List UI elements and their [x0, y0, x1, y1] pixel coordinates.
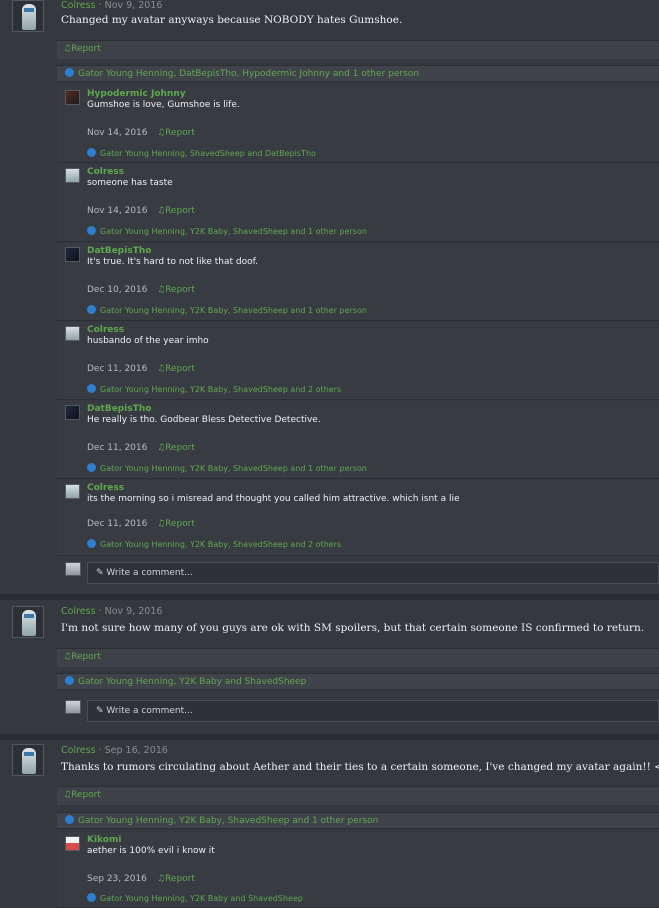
bell-icon: ♫	[157, 206, 166, 216]
comment-text: its the morning so i misread and thought…	[87, 494, 460, 504]
profile-post: Colress · Sep 16, 2016 Thanks to rumors …	[0, 740, 659, 908]
comment-text: He really is tho. Godbear Bless Detectiv…	[87, 415, 321, 425]
like-icon	[65, 676, 74, 685]
report-link[interactable]: ♫Report	[157, 206, 195, 216]
comment-likes[interactable]: Gator Young Henning, Y2K Baby, ShavedShe…	[87, 384, 341, 394]
like-icon	[87, 893, 96, 902]
bell-icon: ♫	[157, 128, 166, 138]
likes-summary[interactable]: Gator Young Henning, Y2K Baby and Shaved…	[57, 673, 659, 690]
avatar[interactable]	[12, 606, 44, 638]
comment-date[interactable]: Dec 11, 2016	[87, 364, 147, 374]
comment-author[interactable]: Hypodermic Johnny	[87, 89, 186, 99]
bell-icon: ♫	[63, 790, 72, 800]
avatar[interactable]	[65, 484, 80, 499]
post-author[interactable]: Colress	[61, 0, 96, 11]
comment-date[interactable]: Nov 14, 2016	[87, 128, 148, 138]
comment-author[interactable]: Colress	[87, 483, 124, 493]
report-link[interactable]: ♫Report	[63, 44, 101, 54]
comment-likes[interactable]: Gator Young Henning, Y2K Baby and Shaved…	[87, 893, 303, 903]
profile-post: Colress · Nov 9, 2016 Changed my avatar …	[0, 0, 659, 594]
comment-date[interactable]: Dec 11, 2016	[87, 519, 147, 529]
comment-author[interactable]: DatBepisTho	[87, 404, 151, 414]
comment-input[interactable]: ✎ Write a comment...	[87, 562, 659, 584]
comment: Colress its the morning so i misread and…	[57, 480, 659, 556]
avatar[interactable]	[12, 744, 44, 776]
comment-date[interactable]: Dec 10, 2016	[87, 285, 147, 295]
comment-text: Gumshoe is love, Gumshoe is life.	[87, 100, 240, 110]
comment-likes[interactable]: Gator Young Henning, ShavedSheep and Dat…	[87, 148, 316, 158]
comment-text: husbando of the year imho	[87, 336, 209, 346]
comment: Hypodermic Johnny Gumshoe is love, Gumsh…	[57, 86, 659, 163]
post-date[interactable]: Nov 9, 2016	[105, 606, 163, 617]
post-author[interactable]: Colress	[61, 745, 96, 756]
report-link[interactable]: ♫Report	[157, 519, 195, 529]
avatar	[65, 562, 81, 576]
comment-author[interactable]: DatBepisTho	[87, 246, 151, 256]
post-date[interactable]: Nov 9, 2016	[105, 0, 163, 11]
pencil-icon: ✎	[96, 706, 107, 716]
comment-date[interactable]: Sep 23, 2016	[87, 874, 147, 884]
report-link[interactable]: ♫Report	[157, 364, 195, 374]
report-link[interactable]: ♫Report	[157, 128, 195, 138]
post-date[interactable]: Sep 16, 2016	[105, 745, 168, 756]
avatar[interactable]	[65, 90, 80, 105]
bell-icon: ♫	[157, 519, 166, 529]
comment: Kikomi aether is 100% evil i know it Sep…	[57, 832, 659, 908]
write-comment: ✎ Write a comment...	[57, 558, 659, 588]
bell-icon: ♫	[157, 874, 166, 884]
comment-likes[interactable]: Gator Young Henning, Y2K Baby, ShavedShe…	[87, 463, 367, 473]
avatar	[65, 700, 81, 714]
comment: DatBepisTho He really is tho. Godbear Bl…	[57, 401, 659, 479]
post-message: Thanks to rumors circulating about Aethe…	[61, 761, 659, 773]
bell-icon: ♫	[63, 652, 72, 662]
like-icon	[87, 305, 96, 314]
like-icon	[65, 68, 74, 77]
comment-input[interactable]: ✎ Write a comment...	[87, 700, 659, 722]
pencil-icon: ✎	[96, 568, 107, 578]
profile-post: Colress · Nov 9, 2016 I'm not sure how m…	[0, 600, 659, 734]
report-link[interactable]: ♫Report	[157, 443, 195, 453]
comment-date[interactable]: Dec 11, 2016	[87, 443, 147, 453]
comment-likes[interactable]: Gator Young Henning, Y2K Baby, ShavedShe…	[87, 539, 341, 549]
avatar[interactable]	[65, 836, 80, 851]
report-link[interactable]: ♫Report	[157, 874, 195, 884]
write-comment: ✎ Write a comment...	[57, 696, 659, 726]
report-link[interactable]: ♫Report	[157, 285, 195, 295]
like-icon	[87, 384, 96, 393]
comment-text: It's true. It's hard to not like that do…	[87, 257, 258, 267]
report-link[interactable]: ♫Report	[63, 790, 101, 800]
comment-likes[interactable]: Gator Young Henning, Y2K Baby, ShavedShe…	[87, 226, 367, 236]
comment: DatBepisTho It's true. It's hard to not …	[57, 243, 659, 321]
comment-text: someone has taste	[87, 178, 173, 188]
bell-icon: ♫	[63, 44, 72, 54]
report-link[interactable]: ♫Report	[63, 652, 101, 662]
like-icon	[87, 226, 96, 235]
comment-likes[interactable]: Gator Young Henning, Y2K Baby, ShavedShe…	[87, 305, 367, 315]
bell-icon: ♫	[157, 364, 166, 374]
bell-icon: ♫	[157, 443, 166, 453]
comment: Colress husbando of the year imho Dec 11…	[57, 322, 659, 400]
post-message: I'm not sure how many of you guys are ok…	[61, 622, 645, 634]
comment: Colress someone has taste Nov 14, 2016 ♫…	[57, 164, 659, 242]
post-author[interactable]: Colress	[61, 606, 96, 617]
likes-summary[interactable]: Gator Young Henning, Y2K Baby, ShavedShe…	[57, 812, 659, 829]
like-icon	[87, 539, 96, 548]
avatar[interactable]	[65, 247, 80, 262]
avatar[interactable]	[65, 405, 80, 420]
avatar[interactable]	[12, 0, 44, 32]
like-icon	[87, 148, 96, 157]
likes-summary[interactable]: Gator Young Henning, DatBepisTho, Hypode…	[57, 65, 659, 82]
comment-text: aether is 100% evil i know it	[87, 846, 215, 856]
like-icon	[87, 463, 96, 472]
comment-date[interactable]: Nov 14, 2016	[87, 206, 148, 216]
comment-author[interactable]: Colress	[87, 325, 124, 335]
comment-author[interactable]: Kikomi	[87, 835, 121, 845]
bell-icon: ♫	[157, 285, 166, 295]
avatar[interactable]	[65, 326, 80, 341]
like-icon	[65, 815, 74, 824]
post-message: Changed my avatar anyways because NOBODY…	[61, 14, 403, 26]
comment-author[interactable]: Colress	[87, 167, 124, 177]
avatar[interactable]	[65, 168, 80, 183]
